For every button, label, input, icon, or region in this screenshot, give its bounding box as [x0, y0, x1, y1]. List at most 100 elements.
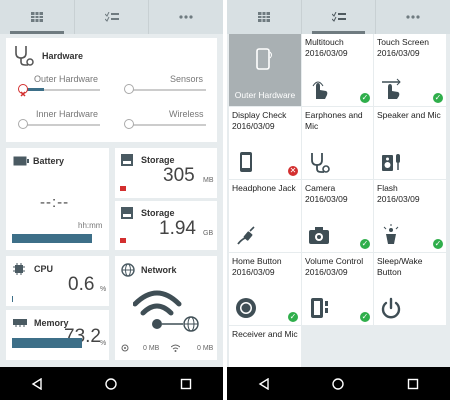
- test-tile[interactable]: Flash 2016/03/09 ✓: [374, 180, 446, 252]
- cpu-unit: %: [100, 286, 107, 293]
- test-name: Receiver and Mic: [232, 329, 298, 339]
- storage-mb-card[interactable]: Storage 305 MB: [115, 148, 217, 198]
- recents-icon[interactable]: [180, 378, 192, 390]
- tab-dashboard[interactable]: [0, 0, 74, 34]
- test-label: Touch Screen 2016/03/09: [377, 37, 443, 59]
- test-label: Headphone Jack: [232, 183, 298, 194]
- test-date: 2016/03/09: [232, 121, 275, 131]
- test-tile[interactable]: Display Check 2016/03/09 ✕: [229, 107, 301, 179]
- test-name: Touch Screen: [377, 37, 429, 47]
- test-tile[interactable]: Speaker and Mic: [374, 107, 446, 179]
- check-badge-icon: ✓: [360, 93, 370, 103]
- wireless-knob[interactable]: [124, 119, 134, 129]
- network-card[interactable]: Network 0 MB 0 MB: [115, 256, 217, 360]
- check-badge-icon: ✓: [360, 312, 370, 322]
- cpu-bar: [12, 296, 13, 302]
- test-tile[interactable]: Multitouch 2016/03/09 ✓: [302, 34, 373, 106]
- back-icon[interactable]: [31, 377, 43, 390]
- battery-unit: hh:mm: [78, 221, 103, 230]
- test-name: Camera: [305, 183, 336, 193]
- globe-icon: [121, 263, 135, 277]
- test-tile[interactable]: Home Button 2016/03/09 ✓: [229, 253, 301, 325]
- test-tile[interactable]: Earphones and Mic: [302, 107, 373, 179]
- stethoscope-icon: [311, 153, 330, 173]
- grid-icon: [30, 12, 43, 22]
- outer-hardware-error-knob[interactable]: [18, 84, 28, 97]
- wifi-icon: [171, 344, 180, 352]
- test-label: Earphones and Mic: [305, 110, 371, 132]
- phone-icon: [256, 48, 272, 70]
- x-icon: [20, 91, 26, 97]
- system-nav-bar: [227, 367, 450, 400]
- volume-button-icon: [311, 298, 328, 318]
- sensors-slider[interactable]: [128, 89, 206, 91]
- inner-hardware-knob[interactable]: [18, 119, 28, 129]
- test-tile[interactable]: Sleep/Wake Button: [374, 253, 446, 325]
- test-name: Earphones and Mic: [305, 110, 363, 131]
- test-date: 2016/03/09: [377, 194, 420, 204]
- tab-more[interactable]: [375, 0, 450, 34]
- recents-icon[interactable]: [407, 378, 419, 390]
- sensors-label: Sensors: [170, 74, 204, 84]
- storage-gb-card[interactable]: Storage 1.94 GB: [115, 201, 217, 250]
- check-badge-icon: ✓: [360, 239, 370, 249]
- tab-bar: [227, 0, 450, 34]
- cpu-value: 0.6: [68, 274, 95, 295]
- cpu-card[interactable]: CPU 0.6 %: [6, 256, 109, 306]
- test-name: Headphone Jack: [232, 183, 296, 193]
- tests-screen: Outer Hardware Multitouch 2016/03/09 ✓ Touch…: [227, 0, 450, 400]
- storage-icon: [121, 154, 133, 166]
- outer-hardware-label: Outer Hardware: [34, 74, 99, 84]
- plug-icon: [237, 226, 255, 245]
- memory-bar: [12, 338, 82, 348]
- power-icon: [381, 297, 401, 319]
- test-label: Home Button 2016/03/09: [232, 256, 298, 278]
- storage-mb-unit: MB: [203, 177, 214, 184]
- test-tile[interactable]: Outer Hardware: [229, 34, 301, 106]
- home-icon[interactable]: [332, 377, 345, 390]
- home-icon[interactable]: [105, 377, 118, 390]
- test-name: Speaker and Mic: [377, 110, 441, 120]
- tab-bar: [0, 0, 223, 34]
- battery-title: Battery: [33, 156, 65, 166]
- more-icon: [179, 15, 193, 19]
- cpu-title: CPU: [34, 264, 54, 274]
- speaker-icon: [382, 154, 400, 171]
- tab-checklist[interactable]: [300, 0, 376, 34]
- test-name: Volume Control: [305, 256, 364, 266]
- test-tile[interactable]: Touch Screen 2016/03/09 ✓: [374, 34, 446, 106]
- check-badge-icon: ✓: [433, 93, 443, 103]
- storage-gb-unit: GB: [203, 230, 214, 237]
- sensors-knob[interactable]: [124, 84, 134, 94]
- camera-icon: [309, 227, 329, 244]
- test-date: 2016/03/09: [232, 267, 275, 277]
- storage-gb-level: [120, 238, 126, 243]
- test-tile[interactable]: Headphone Jack: [229, 180, 301, 252]
- wireless-slider[interactable]: [128, 124, 206, 126]
- display-icon: [240, 152, 252, 172]
- hardware-title: Hardware: [42, 51, 84, 61]
- battery-value: --:--: [40, 194, 70, 211]
- storage-icon: [121, 207, 133, 219]
- test-name: Outer Hardware: [234, 90, 296, 100]
- test-tile[interactable]: Volume Control 2016/03/09 ✓: [302, 253, 373, 325]
- network-rx-value: 0 MB: [143, 345, 160, 352]
- hardware-card[interactable]: Hardware Outer Hardware Sensors Inner Ha…: [6, 38, 217, 142]
- test-tile[interactable]: Camera 2016/03/09 ✓: [302, 180, 373, 252]
- test-label: Sleep/Wake Button: [377, 256, 443, 278]
- swipe-icon: [382, 78, 401, 99]
- network-title: Network: [141, 265, 177, 275]
- inner-hardware-slider[interactable]: [22, 124, 100, 126]
- battery-icon: [13, 156, 29, 166]
- storage-mb-level: [120, 186, 126, 191]
- memory-card[interactable]: Memory 73.2 %: [6, 310, 109, 360]
- test-date: 2016/03/09: [305, 48, 348, 58]
- test-label: Camera 2016/03/09: [305, 183, 371, 205]
- back-icon[interactable]: [258, 377, 270, 390]
- tab-more[interactable]: [148, 0, 223, 34]
- battery-card[interactable]: Battery --:-- hh:mm: [6, 148, 109, 250]
- tab-dashboard[interactable]: [227, 0, 301, 34]
- error-badge-icon: ✕: [288, 166, 298, 176]
- tab-checklist[interactable]: [73, 0, 149, 34]
- battery-bar: [12, 234, 92, 243]
